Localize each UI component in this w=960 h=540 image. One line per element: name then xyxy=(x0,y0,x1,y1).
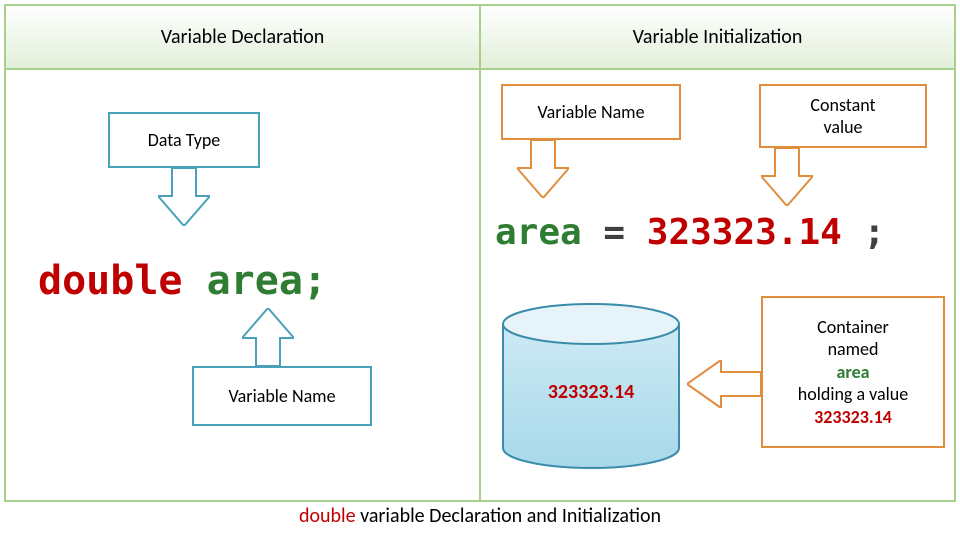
code-init-semi: ; xyxy=(864,212,886,253)
callout-variable-name-left: Variable Name xyxy=(192,366,372,426)
code-init-num: 323323.14 xyxy=(647,212,842,253)
header-right-text: Variable Initialization xyxy=(633,25,803,49)
code-declaration: double area; xyxy=(38,258,327,304)
container-l1: Container xyxy=(817,316,889,339)
code-init-eq: = xyxy=(603,212,625,253)
cylinder-value: 323323.14 xyxy=(497,380,685,404)
container-l4: holding a value xyxy=(798,383,908,406)
callout-container-desc: Container named area holding a value 323… xyxy=(761,296,945,448)
caption-keyword: double xyxy=(299,504,356,528)
callout-varname-left-text: Variable Name xyxy=(228,385,335,407)
caption: double variable Declaration and Initiali… xyxy=(0,504,960,528)
callout-data-type: Data Type xyxy=(108,112,260,168)
cylinder-container: 323323.14 xyxy=(497,302,685,470)
header-left-text: Variable Declaration xyxy=(161,25,325,49)
cell-initialization: Variable Name Constant value area = 3233… xyxy=(480,69,955,501)
header-initialization: Variable Initialization xyxy=(480,5,955,69)
callout-data-type-text: Data Type xyxy=(148,129,221,151)
code-keyword: double xyxy=(38,258,183,304)
callout-constant-l1: Constant xyxy=(810,94,875,117)
callout-constant-value: Constant value xyxy=(759,84,927,148)
header-declaration: Variable Declaration xyxy=(5,5,480,69)
code-initialization: area = 323323.14 ; xyxy=(495,212,885,253)
container-l2: named xyxy=(828,338,879,361)
arrow-down-icon xyxy=(158,168,210,226)
caption-rest: variable Declaration and Initialization xyxy=(356,504,661,528)
callout-constant-l2: value xyxy=(823,116,862,139)
callout-variable-name-right: Variable Name xyxy=(501,84,681,140)
arrow-left-icon xyxy=(687,360,761,408)
arrow-up-icon xyxy=(242,308,294,366)
container-val: 323323.14 xyxy=(814,406,892,429)
cell-declaration: Data Type double area; Variable Name xyxy=(5,69,480,501)
code-identifier: area; xyxy=(207,258,327,304)
diagram-table: Variable Declaration Variable Initializa… xyxy=(4,4,956,502)
callout-varname-right-text: Variable Name xyxy=(537,101,644,124)
arrow-down-icon xyxy=(761,148,813,206)
arrow-down-icon xyxy=(517,140,569,198)
container-area: area xyxy=(836,361,869,384)
code-init-ident: area xyxy=(495,212,582,253)
